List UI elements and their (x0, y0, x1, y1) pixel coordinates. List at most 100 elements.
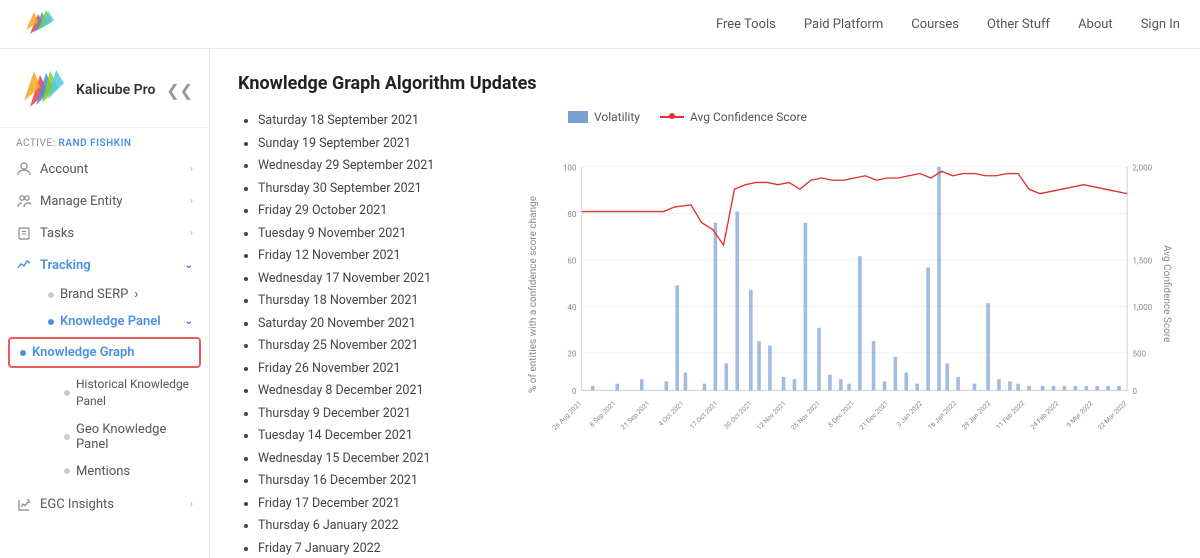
legend-bar-icon (568, 111, 588, 123)
svg-text:12 Nov 2021: 12 Nov 2021 (755, 400, 787, 432)
sidebar-item-geo-kp[interactable]: Geo Knowledge Panel (48, 416, 209, 458)
kp-bullet (48, 319, 54, 325)
svg-text:0: 0 (572, 387, 577, 396)
nav-about[interactable]: About (1078, 17, 1113, 32)
sidebar: Kalicube Pro ❮❮ ACTIVE: RAND FISHKIN Acc… (0, 49, 210, 558)
chart-svg-wrapper: % of entities with a confidence score ch… (528, 132, 1172, 456)
nav-courses[interactable]: Courses (911, 17, 959, 32)
brand-serp-label: Brand SERP (60, 287, 128, 302)
sidebar-item-brand-serp[interactable]: Brand SERP › (32, 281, 209, 308)
svg-text:20: 20 (567, 349, 577, 358)
historical-kp-label: Historical Knowledge Panel (76, 376, 193, 410)
sidebar-item-knowledge-graph-wrapper: Knowledge Graph (8, 337, 201, 368)
sidebar-item-account[interactable]: Account › (0, 153, 209, 185)
list-item: Thursday 30 September 2021 (258, 178, 498, 201)
mentions-wrapper: Mentions (0, 458, 209, 485)
content-area: Knowledge Graph Algorithm Updates Saturd… (210, 49, 1200, 558)
chart-inner: 0 20 40 60 80 100 0 500 1,000 1,500 2,00… (546, 132, 1154, 456)
svg-text:24 Feb 2022: 24 Feb 2022 (1029, 399, 1061, 431)
mentions-label: Mentions (76, 464, 130, 479)
tasks-label: Tasks (40, 226, 74, 241)
nav-other-stuff[interactable]: Other Stuff (987, 17, 1050, 32)
chart-svg: 0 20 40 60 80 100 0 500 1,000 1,500 2,00… (546, 132, 1154, 452)
knowledge-graph-label: Knowledge Graph (32, 345, 135, 360)
list-item: Friday 7 January 2022 (258, 538, 498, 558)
kg-bullet (20, 350, 26, 356)
list-item: Wednesday 29 September 2021 (258, 155, 498, 178)
sidebar-item-tracking[interactable]: Tracking ⌄ (0, 249, 209, 281)
historical-kp-bullet (64, 390, 70, 396)
y-axis-left-label: % of entities with a confidence score ch… (528, 132, 546, 456)
nav-paid-platform[interactable]: Paid Platform (804, 17, 883, 32)
svg-text:26 Aug 2021: 26 Aug 2021 (551, 400, 583, 432)
svg-text:30 Oct 2021: 30 Oct 2021 (722, 400, 753, 431)
legend-avg-confidence: Avg Confidence Score (660, 110, 807, 124)
legend-line-icon (660, 116, 684, 118)
sidebar-sub-kp-wrapper: Knowledge Panel ⌄ (0, 308, 209, 335)
clipboard-icon (16, 225, 32, 241)
svg-text:2,000: 2,000 (1133, 163, 1153, 172)
legend-avg-confidence-label: Avg Confidence Score (690, 110, 807, 124)
mentions-bullet (64, 468, 70, 474)
svg-text:40: 40 (567, 303, 577, 312)
svg-text:0: 0 (1133, 387, 1138, 396)
list-item: Tuesday 14 December 2021 (258, 425, 498, 448)
brand-serp-bullet (48, 292, 54, 298)
legend-volatility-label: Volatility (594, 110, 640, 124)
top-nav-links: Free Tools Paid Platform Courses Other S… (716, 17, 1180, 32)
manage-entity-chevron: › (190, 196, 193, 207)
list-item: Saturday 18 September 2021 (258, 110, 498, 133)
svg-text:60: 60 (567, 256, 577, 265)
egc-insights-label: EGC Insights (40, 497, 114, 512)
svg-text:29 Jan 2022: 29 Jan 2022 (960, 399, 992, 431)
list-item: Friday 29 October 2021 (258, 200, 498, 223)
list-item: Thursday 6 January 2022 (258, 515, 498, 538)
list-item: Sunday 19 September 2021 (258, 133, 498, 156)
sidebar-item-mentions[interactable]: Mentions (48, 458, 209, 485)
list-item: Saturday 20 November 2021 (258, 313, 498, 336)
svg-text:8 Sep 2021: 8 Sep 2021 (588, 400, 617, 429)
legend-volatility: Volatility (568, 110, 640, 124)
svg-text:22 Mar 2022: 22 Mar 2022 (1096, 399, 1128, 431)
sidebar-collapse-button[interactable]: ❮❮ (166, 81, 193, 100)
sidebar-item-knowledge-graph[interactable]: Knowledge Graph (10, 339, 199, 366)
sidebar-logo: Kalicube Pro ❮❮ (0, 49, 209, 128)
sidebar-item-knowledge-panel[interactable]: Knowledge Panel ⌄ (32, 308, 209, 335)
list-item: Wednesday 8 December 2021 (258, 380, 498, 403)
page-title: Knowledge Graph Algorithm Updates (238, 73, 1172, 94)
geo-kp-wrapper: Geo Knowledge Panel (0, 416, 209, 458)
sidebar-item-historical-kp[interactable]: Historical Knowledge Panel (48, 370, 209, 416)
list-item: Friday 12 November 2021 (258, 245, 498, 268)
brand-serp-chevron: › (134, 287, 138, 302)
account-chevron: › (190, 164, 193, 175)
svg-text:500: 500 (1133, 349, 1147, 358)
nav-signin[interactable]: Sign In (1141, 17, 1180, 32)
svg-text:3 Jan 2022: 3 Jan 2022 (895, 399, 924, 428)
list-item: Friday 17 December 2021 (258, 493, 498, 516)
svg-text:11 Feb 2022: 11 Feb 2022 (995, 399, 1027, 431)
sidebar-item-egc-insights[interactable]: EGC Insights › (0, 489, 209, 521)
svg-text:100: 100 (563, 163, 577, 172)
list-item: Tuesday 9 November 2021 (258, 223, 498, 246)
updates-list: Saturday 18 September 2021Sunday 19 Sept… (238, 110, 498, 558)
tracking-chevron: ⌄ (185, 260, 193, 271)
historical-kp-wrapper: Historical Knowledge Panel (0, 370, 209, 416)
updates-bullet-list: Saturday 18 September 2021Sunday 19 Sept… (238, 110, 498, 558)
nav-free-tools[interactable]: Free Tools (716, 17, 776, 32)
manage-entity-label: Manage Entity (40, 194, 122, 209)
sidebar-item-tasks[interactable]: Tasks › (0, 217, 209, 249)
list-item: Thursday 16 December 2021 (258, 470, 498, 493)
sidebar-item-manage-entity[interactable]: Manage Entity › (0, 185, 209, 217)
svg-text:21 Sep 2021: 21 Sep 2021 (619, 400, 651, 432)
people-icon (16, 193, 32, 209)
svg-text:16 Jan 2022: 16 Jan 2022 (926, 399, 958, 431)
knowledge-panel-label: Knowledge Panel (60, 314, 161, 329)
list-item: Thursday 18 November 2021 (258, 290, 498, 313)
tasks-chevron: › (190, 228, 193, 239)
svg-text:1,000: 1,000 (1133, 303, 1153, 312)
chart-legend: Volatility Avg Confidence Score (568, 110, 1172, 124)
list-item: Wednesday 15 December 2021 (258, 448, 498, 471)
svg-text:17 Oct 2021: 17 Oct 2021 (688, 400, 719, 431)
geo-kp-bullet (64, 434, 70, 440)
list-item: Friday 26 November 2021 (258, 358, 498, 381)
